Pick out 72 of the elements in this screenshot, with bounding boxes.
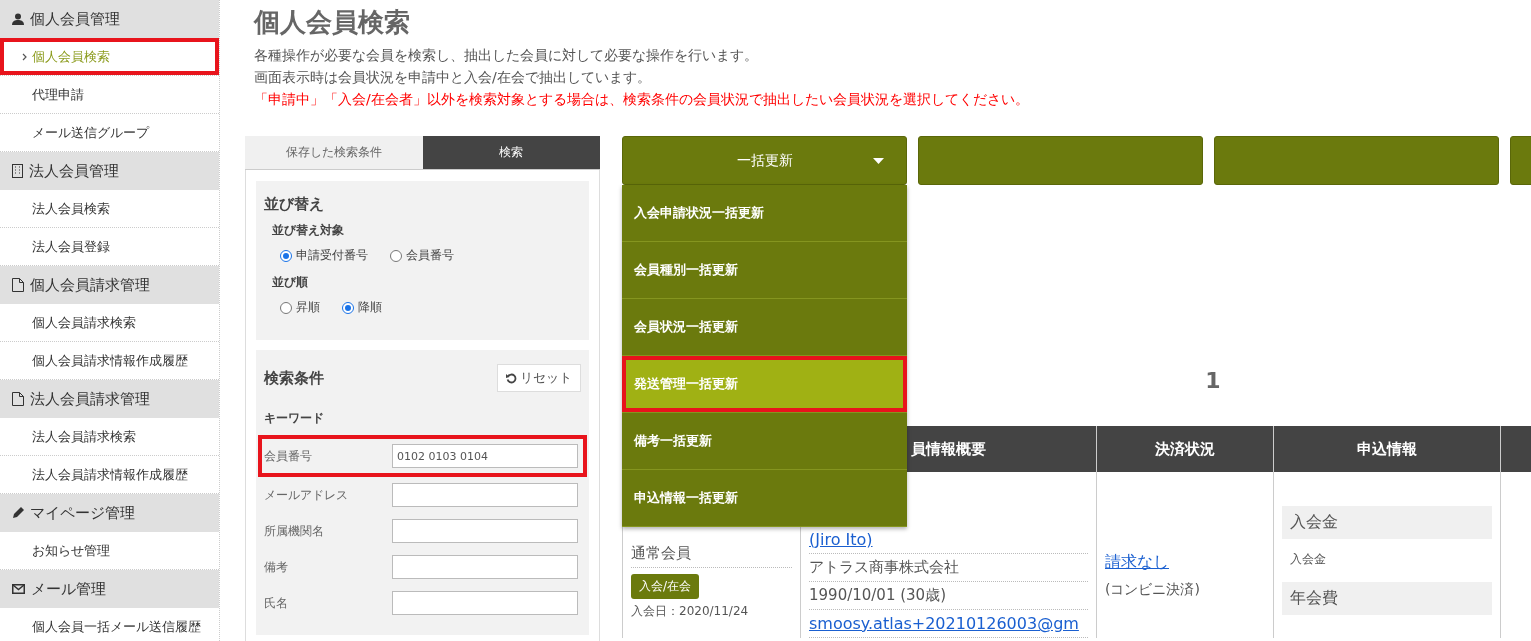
reset-icon <box>506 372 517 384</box>
radio-button[interactable] <box>280 301 292 314</box>
building-icon <box>12 164 23 178</box>
menu-item[interactable]: 申込情報一括更新 <box>622 470 907 527</box>
radio-option[interactable]: 会員番号 <box>390 247 454 264</box>
radio-option[interactable]: 降順 <box>342 299 382 316</box>
group-label: 並び順 <box>272 274 309 291</box>
sidebar-item[interactable]: 個人会員請求検索 <box>0 304 219 342</box>
person-icon <box>12 13 24 25</box>
document-icon <box>12 278 24 292</box>
sidebar-group-title: 法人会員管理 <box>29 161 119 181</box>
fee-heading: 入会金 <box>1282 506 1492 539</box>
column-title: 員情報概要 <box>911 439 986 458</box>
sidebar-group-title: 個人会員管理 <box>30 9 120 29</box>
section-heading: 検索条件 <box>264 368 324 388</box>
input-field[interactable] <box>392 519 578 543</box>
panel-tab[interactable]: 検索 <box>422 136 600 170</box>
field-label: 氏名 <box>264 594 289 612</box>
action-button[interactable] <box>918 136 1203 185</box>
join-date: 入会日：2020/11/24 <box>631 603 750 620</box>
document-icon <box>12 392 24 406</box>
radio-button[interactable] <box>280 249 292 262</box>
column-title: 決済状況 <box>1155 439 1215 458</box>
sidebar-group-title: メール管理 <box>31 579 106 599</box>
name-link[interactable]: (Jiro Ito) <box>809 530 873 549</box>
member-type: 通常会員 <box>631 540 792 568</box>
payment-method: (コンビニ決済) <box>1105 580 1201 599</box>
sidebar-item[interactable]: 代理申請 <box>0 76 219 114</box>
input-field[interactable] <box>392 555 578 579</box>
input-field[interactable]: 0102 0103 0104 <box>392 444 578 468</box>
field-label: メールアドレス <box>264 486 349 504</box>
sidebar-item[interactable]: 法人会員請求検索 <box>0 418 219 456</box>
section-heading: 並び替え <box>264 195 325 214</box>
group-label: キーワード <box>264 410 325 427</box>
radio-button[interactable] <box>390 249 402 262</box>
fee-heading: 年会費 <box>1282 582 1492 615</box>
bulk-update-button[interactable]: 一括更新 <box>622 136 907 185</box>
sidebar-group-title: マイページ管理 <box>30 503 135 523</box>
birth-date: 1990/10/01 (30歳) <box>809 582 1088 610</box>
chevron-icon <box>22 52 28 61</box>
input-field[interactable] <box>392 483 578 507</box>
menu-item[interactable]: 入会申請状況一括更新 <box>622 185 907 242</box>
reset-button[interactable]: リセット <box>497 364 581 392</box>
page-number[interactable]: 1 <box>1205 368 1221 393</box>
field-label: 備考 <box>264 558 289 576</box>
radio-button[interactable] <box>342 301 354 314</box>
menu-item[interactable]: 会員種別一括更新 <box>622 242 907 299</box>
panel-tab[interactable]: 保存した検索条件 <box>245 136 423 170</box>
sidebar-item[interactable]: 法人会員検索 <box>0 190 219 228</box>
radio-option[interactable]: 昇順 <box>280 299 320 316</box>
warning-text: 「申請中」「入会/在会者」以外を検索対象とする場合は、検索条件の会員状況で抽出したい会員状況を選択してください。 <box>253 90 1030 109</box>
radio-option[interactable]: 申請受付番号 <box>280 247 368 264</box>
pencil-icon <box>12 507 24 519</box>
column-title: 申込情報 <box>1357 439 1417 458</box>
input-field[interactable] <box>392 591 578 615</box>
description-text: 画面表示時は会員状況を申請中と入会/在会で抽出しています。 <box>253 68 652 87</box>
sidebar-item[interactable]: 個人会員一括メール送信履歴 <box>0 608 219 641</box>
field-label: 所属機関名 <box>264 522 325 540</box>
page-title: 個人会員検索 <box>252 5 411 39</box>
field-label: 会員番号 <box>264 447 313 465</box>
mail-icon <box>12 584 25 594</box>
status-badge: 入会/在会 <box>631 574 700 599</box>
group-label: 並び替え対象 <box>272 222 345 239</box>
fee-item: 入会金 <box>1290 551 1327 568</box>
payment-link[interactable]: 請求なし <box>1105 551 1169 571</box>
email-link[interactable]: smoosy.atlas+20210126003@gm <box>809 614 1079 633</box>
sidebar-group-title: 個人会員請求管理 <box>30 275 150 295</box>
action-button[interactable] <box>1214 136 1499 185</box>
description-text: 各種操作が必要な会員を検索し、抽出した会員に対して必要な操作を行います。 <box>253 46 759 65</box>
sidebar-group-title: 法人会員請求管理 <box>30 389 150 409</box>
company-name: アトラス商事株式会社 <box>809 554 1088 582</box>
caret-icon <box>873 158 884 164</box>
